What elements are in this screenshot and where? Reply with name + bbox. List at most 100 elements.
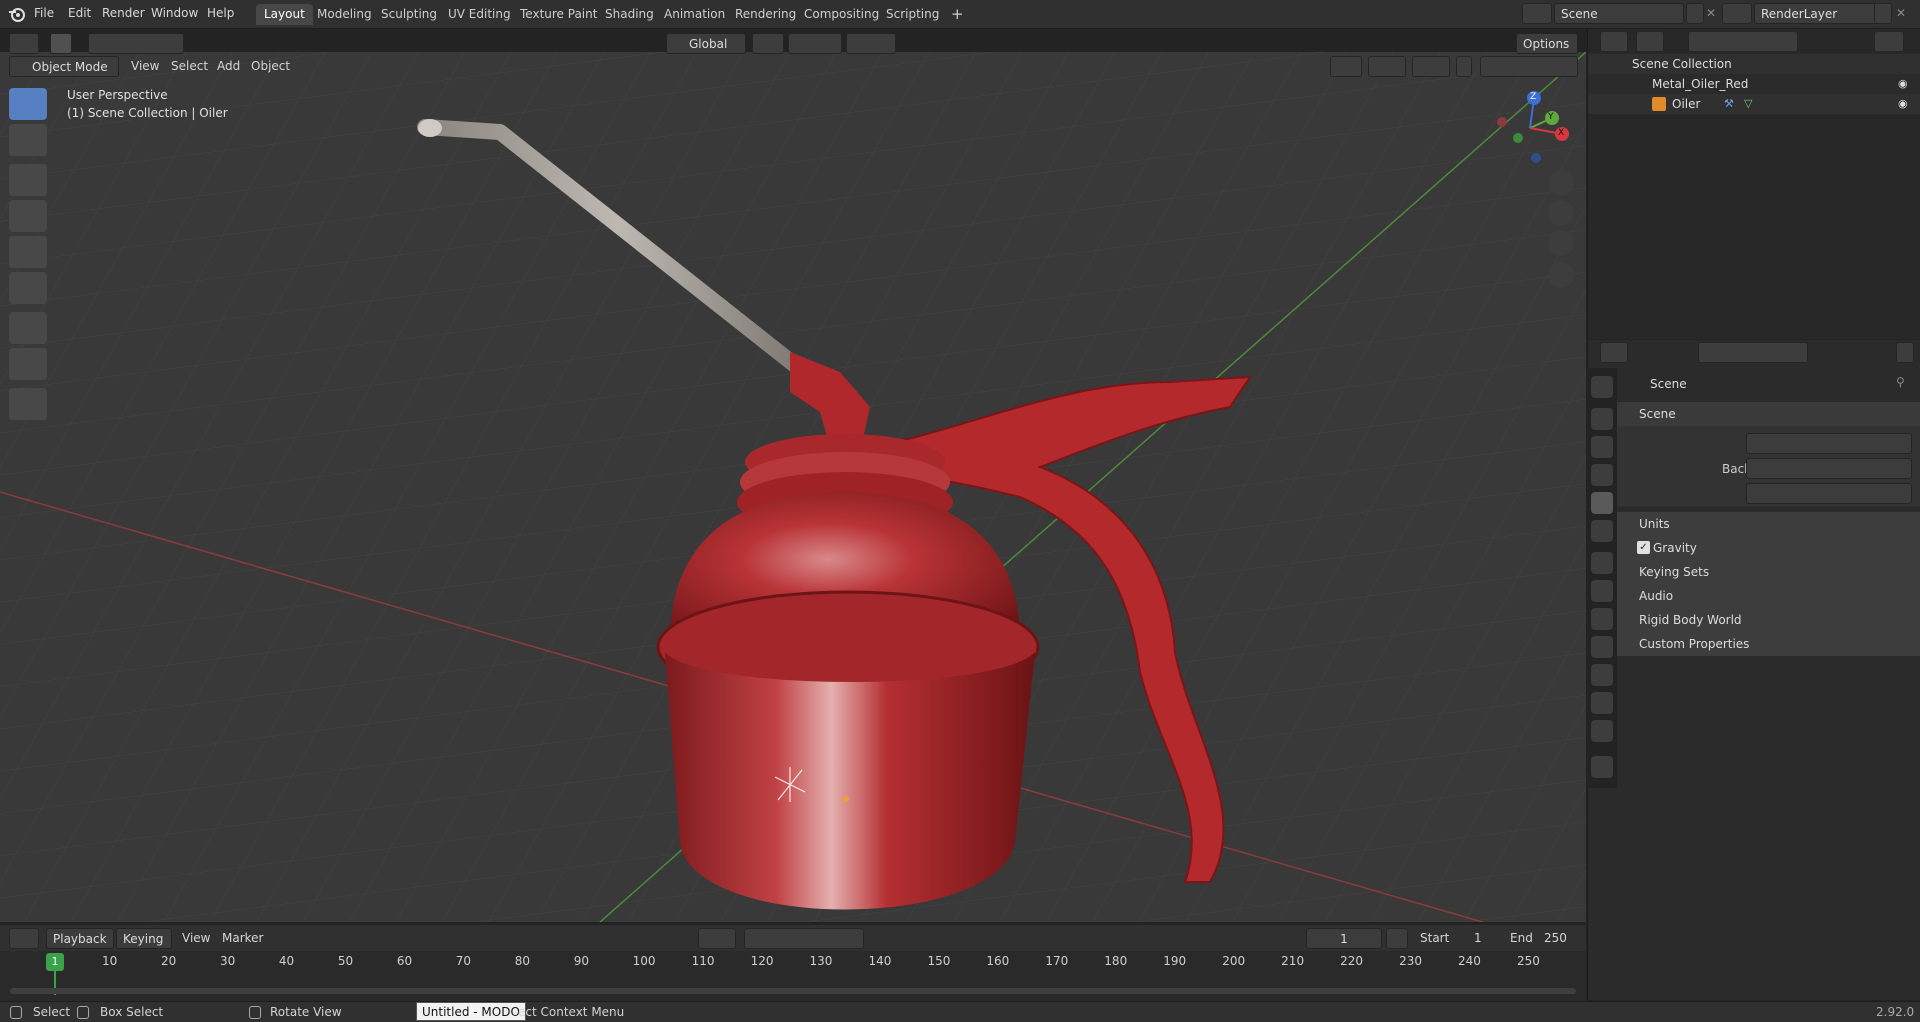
record-icon[interactable] [698, 928, 736, 949]
menu-edit[interactable]: Edit [68, 6, 91, 20]
modifier-wrench-icon[interactable]: ⚒ [1724, 97, 1736, 110]
outliner-editor-icon[interactable] [1600, 31, 1628, 52]
tab-sculpting[interactable]: Sculpting [373, 4, 445, 25]
3d-viewport[interactable] [0, 52, 1586, 922]
eye-icon[interactable]: ◉ [1898, 77, 1912, 90]
measure-tool-icon[interactable] [9, 348, 47, 380]
keying-dropdown[interactable]: Keying [116, 928, 172, 949]
tool-tab-icon[interactable] [1591, 376, 1613, 398]
tab-uv-editing[interactable]: UV Editing [440, 4, 519, 25]
custom-properties-section[interactable]: Custom Properties [1617, 632, 1920, 656]
timeline-scrollbar[interactable] [10, 988, 1576, 994]
outliner-search-input[interactable] [1688, 31, 1798, 52]
add-cube-tool-icon[interactable] [9, 388, 47, 420]
playback-controls-icons[interactable] [744, 928, 864, 949]
rigid-body-world-section[interactable]: Rigid Body World [1617, 608, 1920, 632]
rotate-tool-icon[interactable] [9, 200, 47, 232]
zoom-icon[interactable] [1548, 170, 1574, 196]
pan-hand-icon[interactable] [1548, 200, 1574, 226]
viewport-menu-select[interactable]: Select [171, 59, 208, 73]
mesh-data-icon[interactable]: ▽ [1744, 97, 1756, 110]
delete-view-layer-icon[interactable]: ✕ [1896, 6, 1906, 20]
proportional-edit-icon[interactable] [846, 33, 896, 54]
tab-shading[interactable]: Shading [597, 4, 662, 25]
view-layer-tab-icon[interactable] [1591, 464, 1613, 486]
delete-scene-icon[interactable]: ✕ [1706, 6, 1716, 20]
navigation-gizmo[interactable]: Z Y X [1490, 88, 1570, 168]
output-tab-icon[interactable] [1591, 436, 1613, 458]
camera-field[interactable] [1746, 433, 1912, 454]
current-frame-field[interactable]: 1 [1306, 928, 1382, 949]
ortho-grid-icon[interactable] [1548, 262, 1574, 288]
overlay-toggle-icon[interactable] [1412, 56, 1450, 77]
blender-logo-icon[interactable] [8, 5, 26, 23]
scene-name-field[interactable]: Scene [1554, 3, 1684, 24]
scene-tab-icon[interactable] [1591, 492, 1613, 514]
display-mode-icon[interactable] [1636, 31, 1664, 52]
current-frame-marker[interactable]: 1 [46, 953, 64, 971]
new-scene-icon[interactable] [1686, 3, 1704, 24]
playback-dropdown[interactable]: Playback [46, 928, 114, 949]
tab-scripting[interactable]: Scripting [878, 4, 947, 25]
object-eye-icon[interactable]: ◉ [1898, 97, 1912, 110]
render-tab-icon[interactable] [1591, 408, 1613, 430]
menu-help[interactable]: Help [207, 6, 234, 20]
audio-section[interactable]: Audio [1617, 584, 1920, 608]
viewport-menu-view[interactable]: View [131, 59, 159, 73]
shading-mode-icons[interactable] [1480, 56, 1578, 77]
view-layer-field[interactable]: RenderLayer [1754, 3, 1884, 24]
cursor-tool-icon[interactable] [9, 124, 47, 156]
tab-animation[interactable]: Animation [656, 4, 733, 25]
gravity-section[interactable]: Gravity [1617, 536, 1920, 560]
snap-icon[interactable] [788, 33, 842, 54]
visibility-icon[interactable] [1330, 56, 1362, 77]
physics-tab-icon[interactable] [1591, 636, 1613, 658]
tab-texture-paint[interactable]: Texture Paint [512, 4, 605, 25]
select-box-tool-icon[interactable] [9, 88, 47, 120]
outliner-row-root[interactable]: Scene Collection [1588, 54, 1920, 74]
pivot-point-icon[interactable] [752, 33, 784, 54]
gizmo-toggle-icon[interactable] [1368, 56, 1406, 77]
move-tool-icon[interactable] [9, 164, 47, 196]
particles-tab-icon[interactable] [1591, 608, 1613, 630]
object-tab-icon[interactable] [1591, 552, 1613, 574]
add-workspace-button[interactable]: + [943, 4, 972, 25]
timeline-menu-view[interactable]: View [182, 931, 210, 945]
filter-icon[interactable] [1874, 31, 1904, 52]
menu-file[interactable]: File [34, 6, 54, 20]
data-tab-icon[interactable] [1591, 692, 1613, 714]
timeline-menu-marker[interactable]: Marker [222, 931, 263, 945]
units-section[interactable]: Units [1617, 512, 1920, 536]
tab-compositing[interactable]: Compositing [796, 4, 887, 25]
view-layer-icon[interactable] [1722, 3, 1752, 24]
background-scene-field[interactable] [1746, 458, 1912, 479]
camera-view-icon[interactable] [1548, 230, 1574, 256]
keying-sets-section[interactable]: Keying Sets [1617, 560, 1920, 584]
gravity-checkbox[interactable]: ✓ [1637, 541, 1650, 554]
viewport-menu-add[interactable]: Add [217, 59, 240, 73]
menu-render[interactable]: Render [102, 6, 145, 20]
transform-orientation-dropdown[interactable]: Global [666, 33, 746, 54]
viewport-menu-object[interactable]: Object [251, 59, 290, 73]
pin-icon[interactable]: ⚲ [1896, 375, 1905, 389]
active-clip-field[interactable] [1746, 483, 1912, 504]
outliner-row-collection[interactable]: Metal_Oiler_Red [1588, 74, 1920, 94]
properties-editor-icon[interactable] [1600, 342, 1628, 363]
scene-panel-header[interactable]: Scene [1617, 402, 1920, 426]
timeline-editor-icon[interactable] [9, 928, 39, 949]
tab-layout[interactable]: Layout [256, 4, 313, 25]
end-value[interactable]: 250 [1544, 931, 1567, 945]
object-mode-dropdown[interactable]: Object Mode [9, 56, 119, 77]
properties-options-icon[interactable] [1896, 342, 1914, 363]
selection-mode-icons[interactable] [88, 33, 184, 54]
timeline-area[interactable]: 1 10 20 30 40 50 60 70 80 90 100 110 120 130 140 150 16… [0, 951, 1586, 1001]
select-tool-icon[interactable] [50, 33, 72, 54]
editor-type-icon[interactable] [9, 33, 39, 54]
material-tab-icon[interactable] [1591, 720, 1613, 742]
properties-search-input[interactable] [1698, 342, 1808, 363]
annotate-tool-icon[interactable] [9, 312, 47, 344]
preview-range-icon[interactable] [1386, 928, 1408, 949]
scale-tool-icon[interactable] [9, 236, 47, 268]
world-tab-icon[interactable] [1591, 520, 1613, 542]
transform-tool-icon[interactable] [9, 272, 47, 304]
